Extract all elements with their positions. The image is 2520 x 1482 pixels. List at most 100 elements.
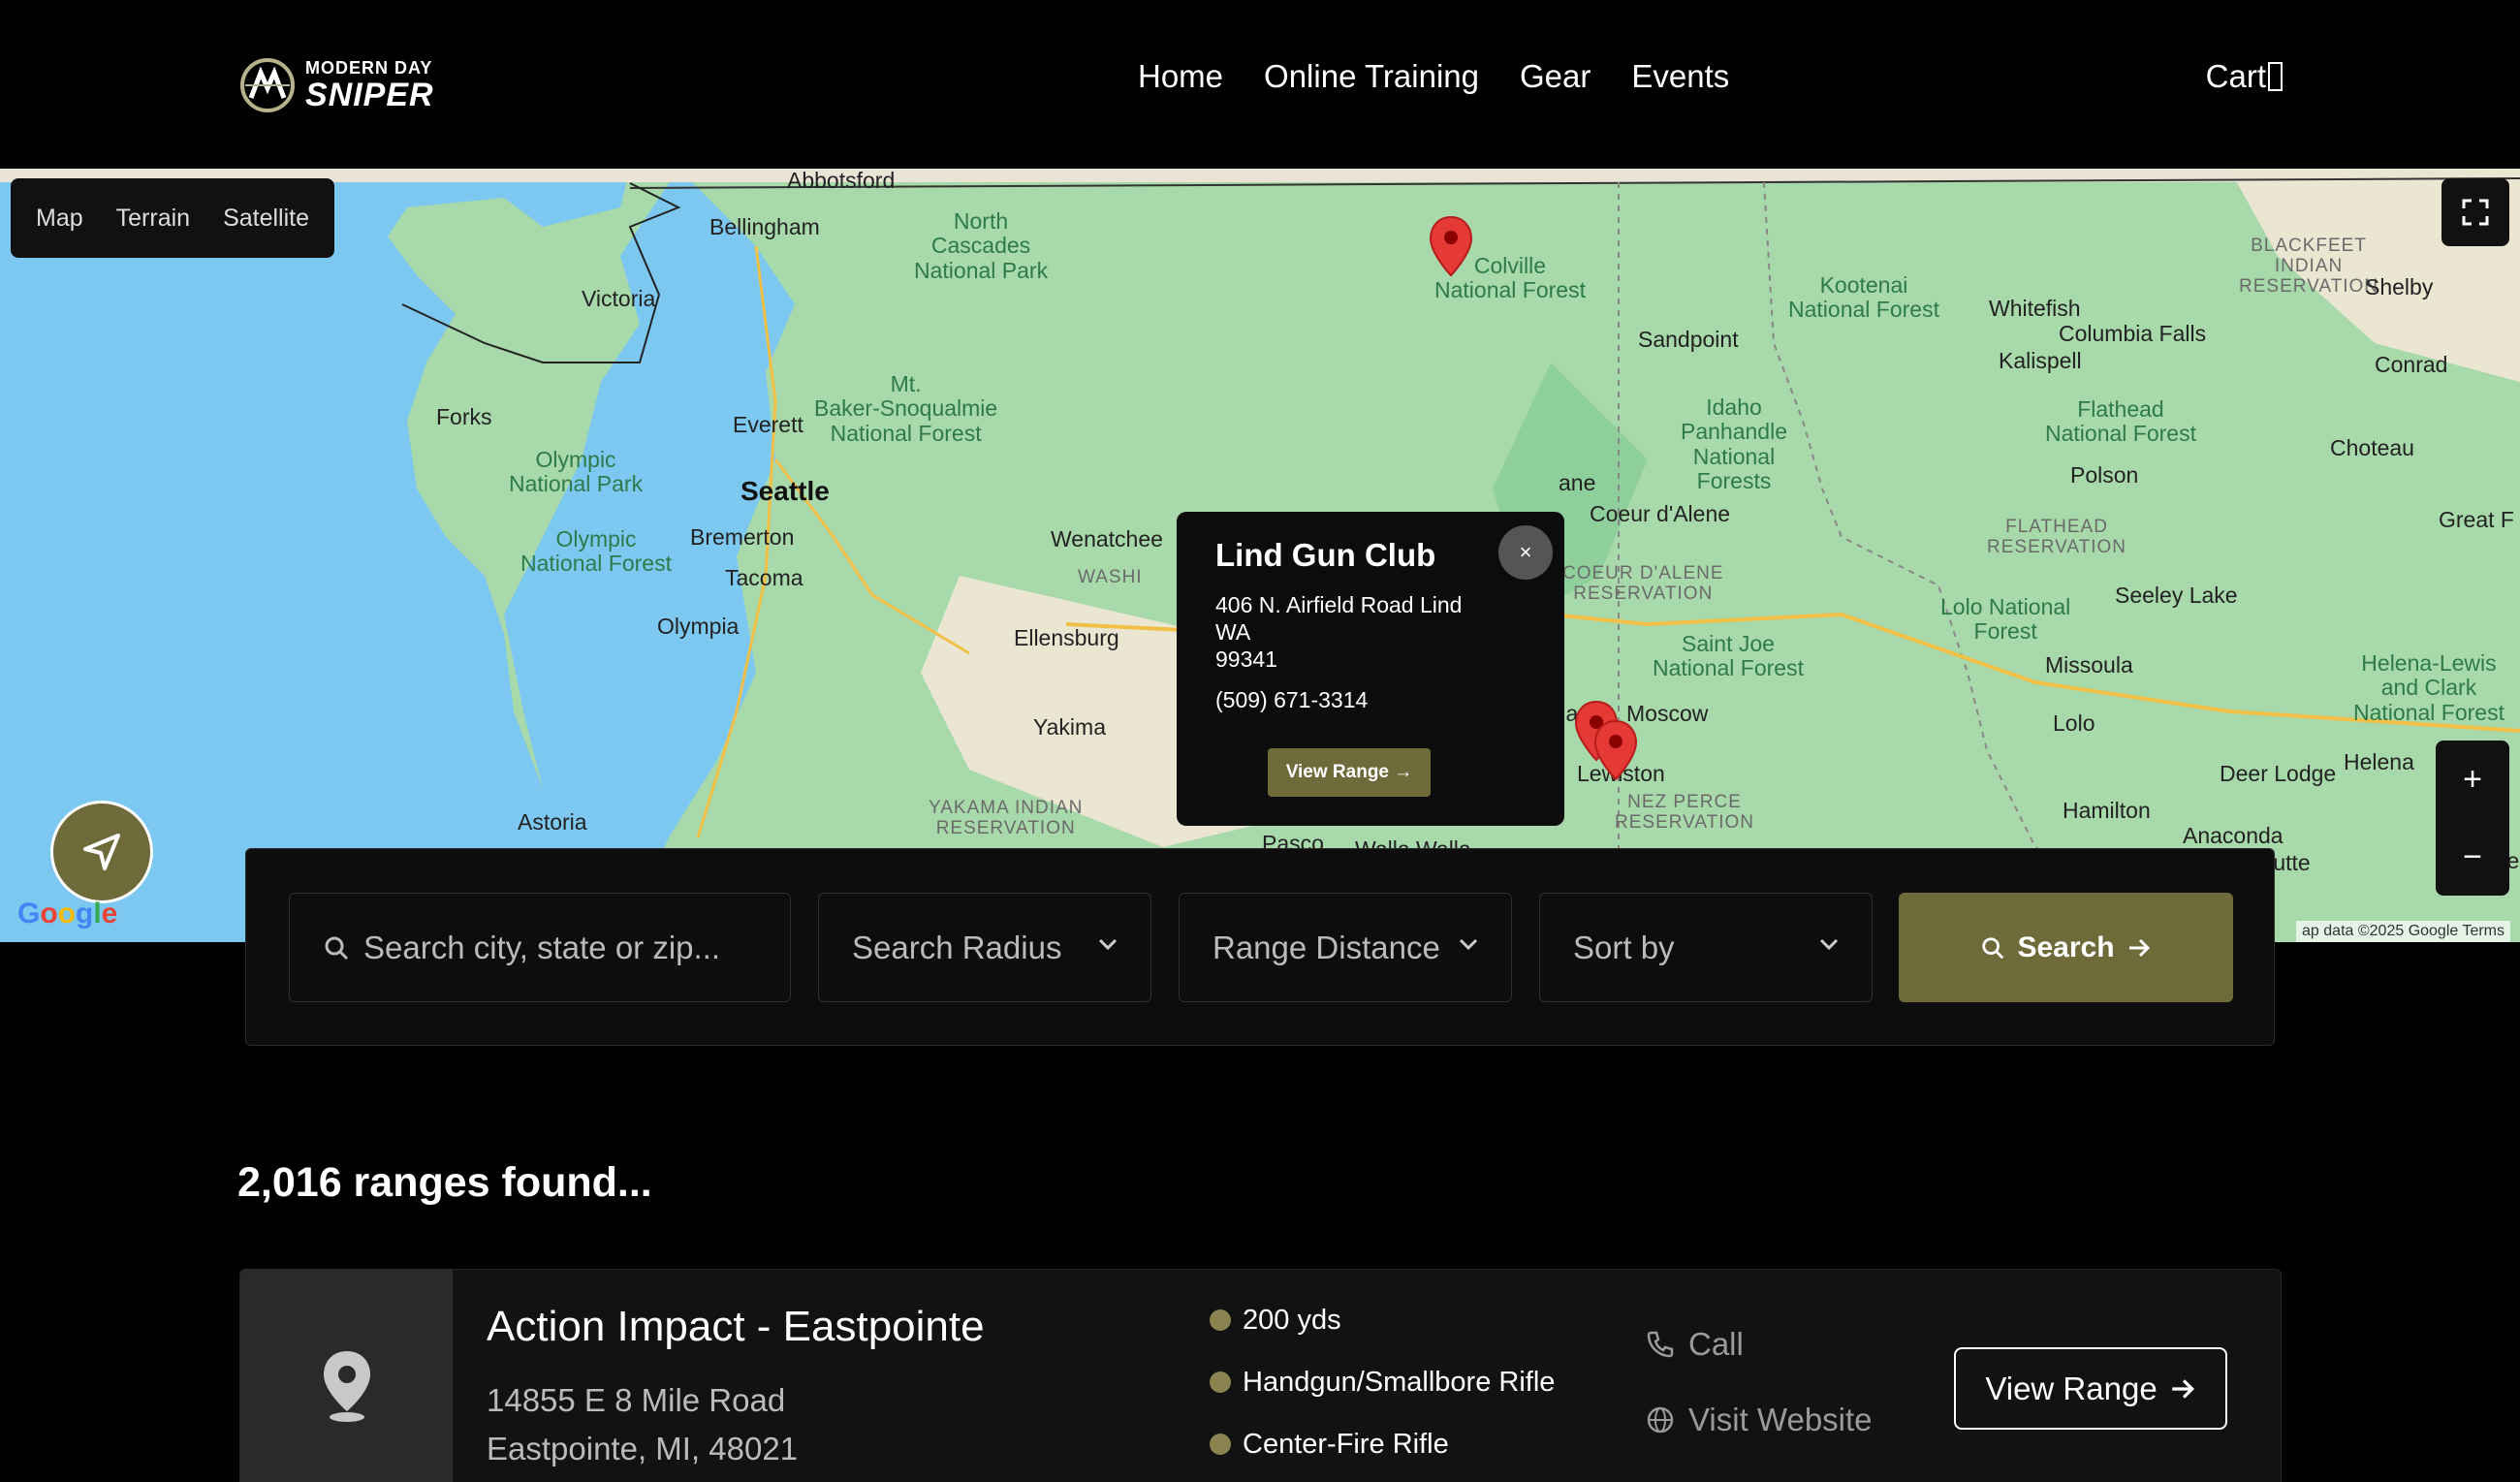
cart-count-box [2268,62,2283,91]
map-place-label: NEZ PERCE RESERVATION [1615,792,1755,833]
site-header: MODERN DAY SNIPER Home Online Training G… [0,0,2520,169]
nav-online-training[interactable]: Online Training [1264,58,1479,95]
map-place-label: Forks [436,404,492,429]
map-pin-icon[interactable] [1429,215,1473,277]
map-place-label: Seeley Lake [2115,583,2238,608]
cart-label: Cart [2205,58,2266,94]
map-place-label: Sandpoint [1638,327,1739,352]
map-place-label: Yakima [1033,714,1106,740]
range-distance-label: Range Distance [1213,929,1440,965]
map-place-label: Tacoma [725,565,803,590]
call-link[interactable]: Call [1646,1326,1744,1363]
map-place-label: YAKAMA INDIAN RESERVATION [929,798,1084,838]
chevron-down-icon [1819,938,1839,951]
popup-address-line-3: 99341 [1215,646,1277,672]
map-place-label: Coeur d'Alene [1590,501,1731,526]
search-icon [325,936,349,960]
map-place-label: Mt. Baker-Snoqualmie National Forest [814,371,998,446]
map-place-label: Seattle [740,476,830,506]
zoom-out-button[interactable]: − [2436,818,2509,896]
map-pin-icon[interactable] [1593,719,1638,781]
visit-website-label: Visit Website [1688,1402,1873,1437]
search-icon [1982,936,2004,959]
map-place-label: Astoria [518,809,587,835]
fullscreen-icon [2462,199,2489,226]
range-features: 200 yds Handgun/Smallbore Rifle Center-F… [1210,1305,1555,1482]
search-radius-label: Search Radius [852,929,1062,965]
map-place-label: Olympic National Park [509,447,644,497]
feature-item: Center-Fire Rifle [1210,1429,1555,1460]
view-range-button[interactable]: View Range [1954,1347,2227,1430]
map-place-label: Bellingham [709,214,820,239]
feature-label: Handgun/Smallbore Rifle [1243,1366,1556,1398]
map-attribution[interactable]: ap data ©2025 Google Terms [2296,921,2510,942]
feature-item: 200 yds [1210,1305,1555,1336]
map-place-label: Kalispell [1999,348,2082,373]
range-address-line-1: 14855 E 8 Mile Road [487,1382,786,1418]
search-button[interactable]: Search [1899,893,2233,1002]
sniper-logo-icon [240,58,295,112]
map-place-label: Lolo National Forest [1940,594,2071,645]
map-type-satellite[interactable]: Satellite [211,205,321,233]
map-place-label: Moscow [1626,701,1709,726]
popup-close-button[interactable]: × [1498,525,1553,580]
range-distance-select[interactable]: Range Distance [1179,893,1512,1002]
map-type-terrain[interactable]: Terrain [105,205,202,233]
fullscreen-button[interactable] [2441,178,2509,246]
map-type-map[interactable]: Map [24,205,95,233]
feature-label: 200 yds [1243,1304,1341,1336]
results-count: 2,016 ranges found... [237,1159,652,1206]
map-place-label: Great F [2439,507,2514,532]
cart-link[interactable]: Cart [2206,58,2283,95]
map-place-label: Victoria [582,286,656,311]
popup-view-range-button[interactable]: View Range → [1268,748,1431,797]
brand-line-1: MODERN DAY [305,58,433,78]
brand-logo[interactable]: MODERN DAY SNIPER [237,53,451,117]
view-range-label: View Range [1985,1370,2158,1406]
search-radius-select[interactable]: Search Radius [818,893,1151,1002]
map-place-label: Kootenai National Forest [1788,272,1939,323]
visit-website-link[interactable]: Visit Website [1646,1402,1873,1438]
nav-gear[interactable]: Gear [1520,58,1591,95]
map-place-label: Whitefish [1989,296,2081,321]
sort-by-select[interactable]: Sort by [1539,893,1873,1002]
map-place-label: Lolo [2053,710,2095,736]
map-place-label: Abbotsford [787,169,896,193]
map-place-label: Columbia Falls [2059,321,2207,346]
map-place-label: Missoula [2045,652,2133,678]
brand-line-2: SNIPER [305,77,434,113]
popup-range-name: Lind Gun Club [1215,537,1436,573]
location-search-field[interactable]: Search city, state or zip... [289,893,791,1002]
nav-events[interactable]: Events [1631,58,1729,95]
map-place-label: WASHI [1078,567,1143,587]
map-place-label: Flathead National Forest [2045,396,2196,447]
feature-item: Handgun/Smallbore Rifle [1210,1367,1555,1398]
my-location-button[interactable] [50,801,153,903]
check-icon [1210,1434,1231,1455]
zoom-control: + − [2436,741,2509,896]
map[interactable]: Map Terrain Satellite Abbotsford Bellingh… [0,169,2520,942]
chevron-down-icon [1098,938,1118,951]
map-place-label: North Cascades National Park [914,208,1049,283]
main-nav: Home Online Training Gear Events [1138,58,1729,95]
map-place-label: COEUR D'ALENE RESERVATION [1562,563,1724,604]
map-place-label: ane [1559,470,1596,495]
map-type-control: Map Terrain Satellite [11,178,335,258]
google-logo: Google [17,898,118,930]
map-place-label: Wenatchee [1051,526,1163,552]
map-place-label: Helena-Lewis and Clark National Forest [2353,650,2504,725]
phone-icon [1647,1331,1674,1358]
map-place-label: Ellensburg [1014,625,1119,650]
arrow-right-icon [2128,938,2150,957]
call-label: Call [1688,1326,1744,1362]
map-place-label: Bremerton [690,524,795,550]
zoom-in-button[interactable]: + [2436,741,2509,818]
range-name[interactable]: Action Impact - Eastpointe [487,1303,985,1351]
navigation-arrow-icon [83,834,120,870]
popup-address-line-1: 406 N. Airfield Road Lind [1215,592,1463,617]
check-icon [1210,1372,1231,1393]
nav-home[interactable]: Home [1138,58,1223,95]
check-icon [1210,1309,1231,1331]
range-result-card[interactable]: Action Impact - Eastpointe 14855 E 8 Mil… [239,1269,2282,1482]
search-button-label: Search [2017,930,2115,963]
